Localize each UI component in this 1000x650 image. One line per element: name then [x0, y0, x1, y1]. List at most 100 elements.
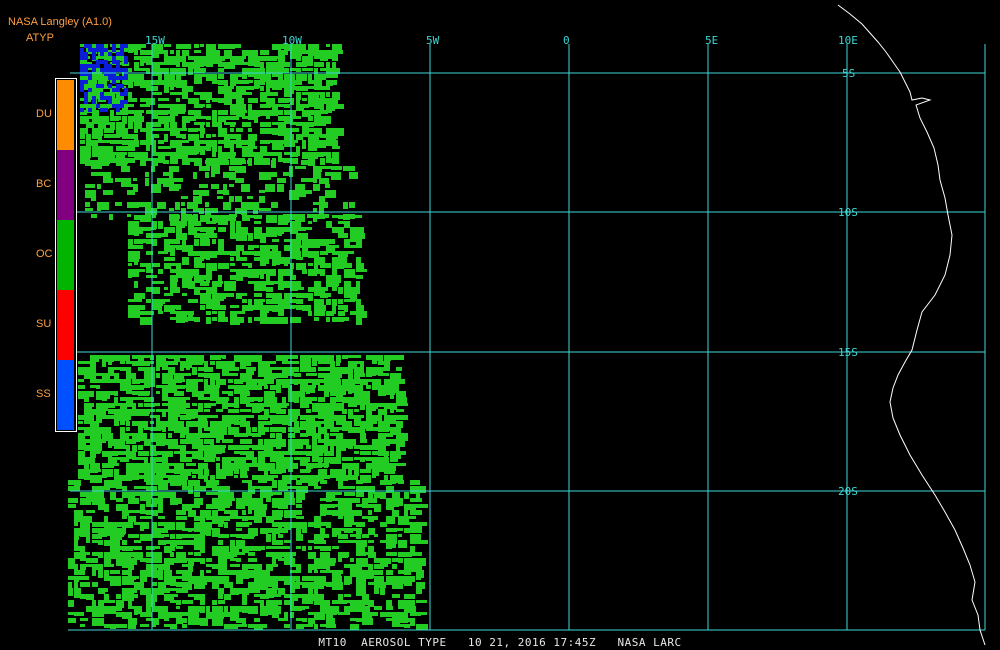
aerosol-pixel-oc — [254, 68, 265, 75]
aerosol-pixel-oc — [128, 263, 132, 266]
aerosol-pixel-oc — [164, 564, 170, 570]
aerosol-pixel-oc — [404, 504, 416, 510]
aerosol-pixel-oc — [74, 510, 83, 517]
aerosol-pixel-oc — [248, 275, 259, 278]
aerosol-pixel-oc — [380, 492, 386, 499]
aerosol-pixel-oc — [230, 510, 238, 516]
aerosol-pixel-oc — [272, 293, 282, 299]
aerosol-pixel-oc — [186, 355, 192, 361]
aerosol-pixel-oc — [108, 367, 114, 374]
aerosol-pixel-oc — [270, 475, 278, 478]
aerosol-pixel-oc — [296, 576, 300, 582]
aerosol-pixel-oc — [170, 522, 174, 530]
aerosol-pixel-oc — [218, 74, 224, 79]
aerosol-pixel-oc — [176, 600, 181, 605]
aerosol-pixel-oc — [266, 92, 278, 96]
aerosol-pixel-oc — [96, 451, 100, 454]
aerosol-pixel-oc — [248, 558, 257, 562]
aerosol-pixel-ss — [84, 80, 88, 84]
aerosol-pixel-oc — [86, 152, 91, 157]
aerosol-pixel-oc — [228, 391, 233, 396]
aerosol-pixel-oc — [390, 457, 398, 462]
aerosol-pixel-oc — [331, 166, 342, 170]
aerosol-pixel-oc — [366, 373, 372, 377]
aerosol-pixel-oc — [260, 510, 266, 516]
coastline — [837, 4, 986, 646]
aerosol-pixel-ss — [100, 52, 104, 56]
aerosol-pixel-oc — [223, 190, 229, 195]
aerosol-pixel-oc — [198, 463, 208, 469]
aerosol-pixel-oc — [254, 618, 260, 622]
aerosol-pixel-oc — [156, 391, 160, 394]
aerosol-pixel-oc — [224, 582, 233, 588]
aerosol-pixel-oc — [122, 504, 127, 510]
aerosol-pixel-oc — [78, 361, 84, 364]
aerosol-pixel-oc — [348, 409, 353, 415]
aerosol-pixel-ss — [112, 76, 116, 80]
aerosol-pixel-ss — [104, 68, 108, 72]
aerosol-pixel-oc — [260, 152, 272, 156]
aerosol-pixel-oc — [206, 233, 217, 238]
aerosol-pixel-oc — [206, 606, 210, 612]
map-canvas: 15W 10W 5W 0 5E 10E 5S 10S 15S 20S — [68, 4, 986, 646]
aerosol-pixel-oc — [146, 146, 150, 151]
aerosol-pixel-oc — [198, 433, 210, 438]
aerosol-pixel-oc — [187, 202, 198, 209]
aerosol-pixel-oc — [356, 498, 360, 503]
aerosol-pixel-oc — [416, 576, 421, 580]
aerosol-pixel-oc — [282, 439, 286, 447]
aerosol-pixel-oc — [128, 588, 137, 593]
aerosol-pixel-oc — [236, 275, 243, 281]
aerosol-pixel-ss — [104, 108, 108, 112]
aerosol-pixel-oc — [313, 172, 321, 179]
aerosol-pixel-oc — [170, 158, 178, 164]
aerosol-pixel-oc — [158, 221, 163, 229]
aerosol-pixel-oc — [194, 552, 201, 556]
aerosol-pixel-oc — [392, 534, 397, 541]
aerosol-pixel-oc — [152, 263, 160, 267]
aerosol-pixel-oc — [284, 50, 288, 55]
aerosol-pixel-oc — [150, 463, 157, 470]
aerosol-pixel-oc — [176, 287, 180, 293]
aerosol-pixel-oc — [302, 104, 309, 108]
aerosol-pixel-oc — [354, 367, 361, 374]
aerosol-pixel-oc — [127, 190, 135, 195]
aerosol-pixel-oc — [176, 534, 182, 539]
aerosol-pixel-oc — [204, 427, 210, 431]
aerosol-pixel-oc — [308, 122, 314, 127]
aerosol-pixel-oc — [200, 534, 205, 540]
aerosol-pixel-oc — [378, 373, 389, 376]
aerosol-pixel-oc — [200, 546, 205, 553]
aerosol-pixel-oc — [74, 576, 79, 582]
aerosol-pixel-oc — [416, 600, 427, 603]
aerosol-pixel-oc — [188, 317, 195, 321]
aerosol-pixel-oc — [278, 221, 288, 225]
aerosol-pixel-oc — [212, 600, 217, 605]
aerosol-pixel-oc — [260, 263, 266, 266]
aerosol-pixel-oc — [200, 281, 209, 286]
aerosol-pixel-oc — [206, 56, 212, 62]
aerosol-pixel-oc — [338, 528, 345, 531]
aerosol-pixel-oc — [145, 172, 149, 177]
aerosol-pixel-oc — [392, 492, 400, 499]
aerosol-pixel-oc — [308, 221, 312, 224]
aerosol-pixel-oc — [356, 287, 360, 294]
aerosol-pixel-oc — [384, 457, 389, 463]
aerosol-pixel-oc — [126, 445, 130, 452]
aerosol-pixel-ss — [84, 44, 88, 48]
aerosol-pixel-oc — [332, 299, 337, 306]
aerosol-pixel-oc — [212, 74, 217, 80]
aerosol-pixel-oc — [312, 415, 319, 418]
aerosol-pixel-oc — [314, 594, 324, 601]
aerosol-pixel-oc — [204, 403, 211, 408]
aerosol-pixel-ss — [92, 100, 96, 104]
aerosol-pixel-oc — [332, 227, 344, 233]
aerosol-pixel-oc — [150, 433, 157, 440]
aerosol-pixel-oc — [390, 415, 396, 422]
aerosol-pixel-oc — [128, 140, 135, 146]
aerosol-pixel-ss — [120, 76, 124, 80]
aerosol-pixel-oc — [140, 215, 151, 222]
aerosol-pixel-oc — [206, 104, 211, 108]
aerosol-pixel-oc — [242, 68, 249, 75]
aerosol-pixel-oc — [278, 510, 283, 517]
